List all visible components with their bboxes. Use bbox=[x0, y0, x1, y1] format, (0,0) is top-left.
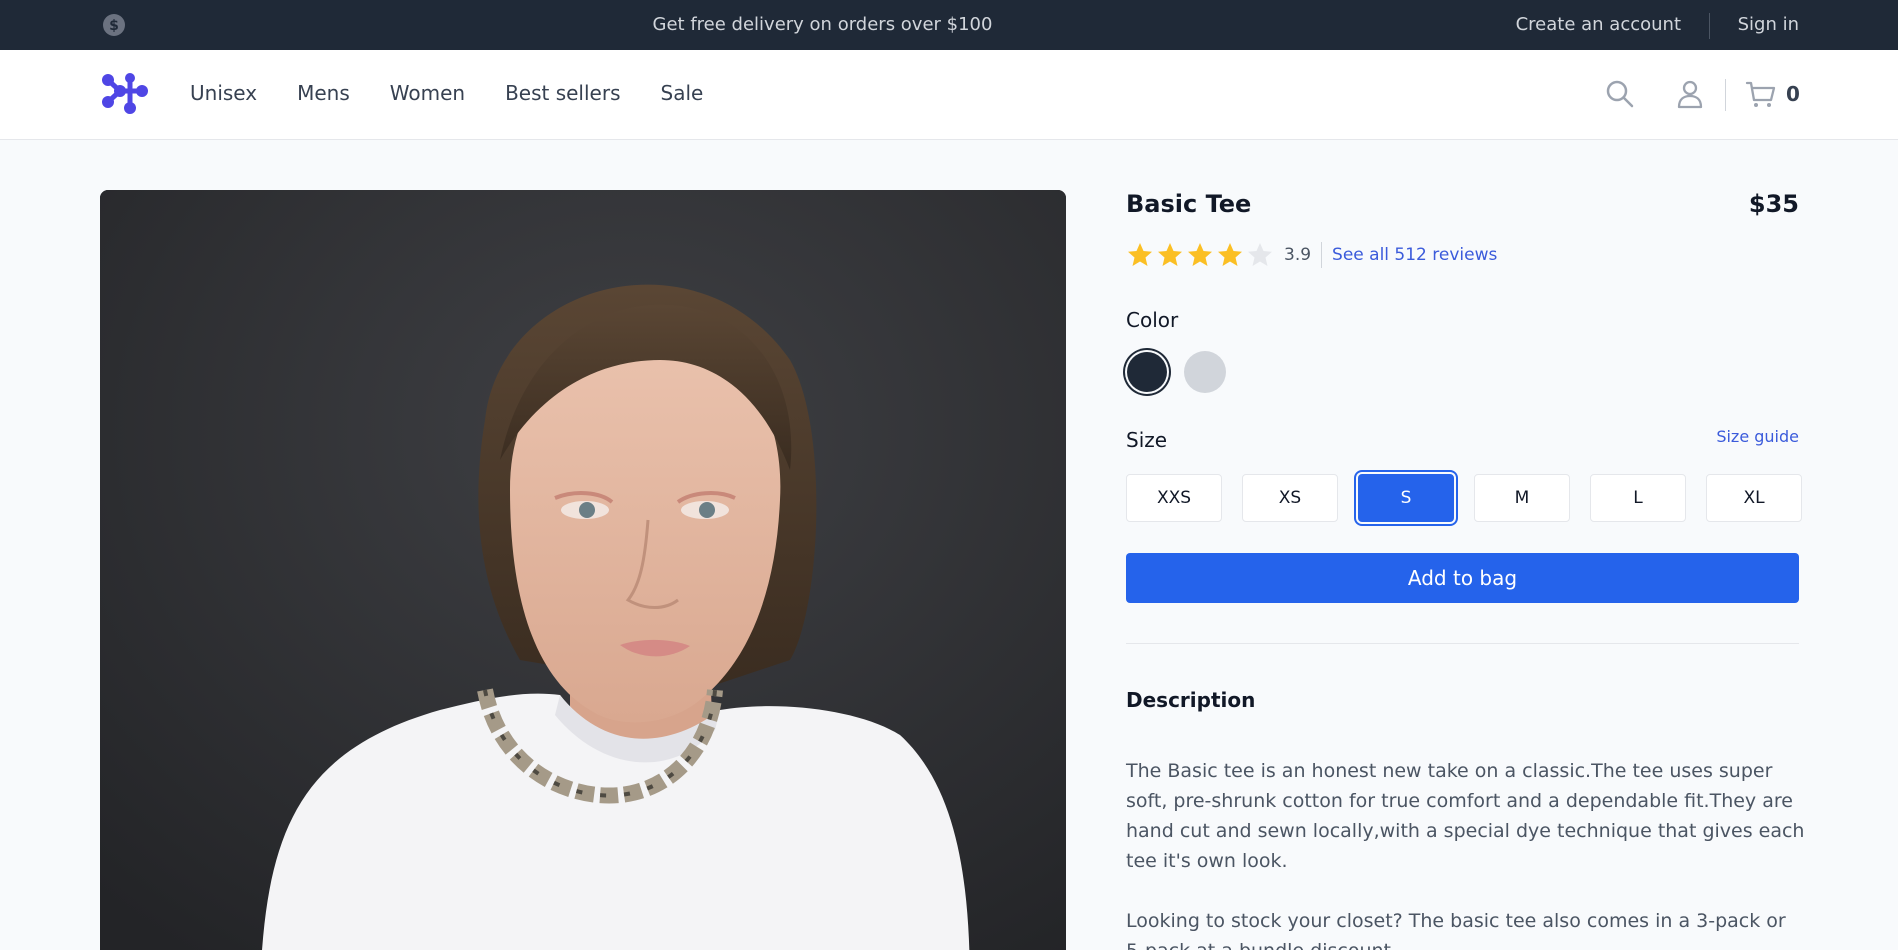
add-to-bag-button[interactable]: Add to bag bbox=[1126, 553, 1799, 603]
create-account-link[interactable]: Create an account bbox=[1516, 14, 1681, 35]
size-label: Size bbox=[1126, 428, 1168, 452]
nav-links: Unisex Mens Women Best sellers Sale bbox=[190, 81, 743, 105]
description-paragraph-2: Looking to stock your closet? The basic … bbox=[1126, 910, 1786, 950]
topbar-divider bbox=[1709, 13, 1710, 39]
size-options: XXS XS S M L XL bbox=[1126, 474, 1802, 522]
nav-divider bbox=[1725, 79, 1726, 111]
color-options bbox=[1126, 351, 1226, 393]
star-filled-icon bbox=[1188, 243, 1212, 266]
nav-link-women[interactable]: Women bbox=[390, 81, 465, 105]
size-option-s[interactable]: S bbox=[1358, 474, 1454, 522]
color-swatch-gray[interactable] bbox=[1184, 351, 1226, 393]
promo-text: Get free delivery on orders over $100 bbox=[652, 14, 993, 35]
product-image bbox=[100, 190, 1066, 950]
cart-count: 0 bbox=[1786, 82, 1800, 106]
star-empty-icon bbox=[1248, 243, 1272, 266]
star-filled-icon bbox=[1158, 243, 1182, 266]
product-price: $35 bbox=[1748, 190, 1799, 218]
search-icon[interactable] bbox=[1604, 78, 1636, 110]
user-icon[interactable] bbox=[1674, 78, 1706, 110]
size-guide-link[interactable]: Size guide bbox=[1716, 427, 1799, 446]
size-option-l[interactable]: L bbox=[1590, 474, 1686, 522]
product-rating: 3.9 See all 512 reviews bbox=[1126, 242, 1497, 268]
sign-in-link[interactable]: Sign in bbox=[1738, 14, 1799, 35]
announcement-bar: $ Get free delivery on orders over $100 … bbox=[0, 0, 1898, 50]
color-swatch-black[interactable] bbox=[1127, 352, 1167, 392]
color-label: Color bbox=[1126, 308, 1179, 332]
rating-stars bbox=[1126, 241, 1274, 269]
cart-icon[interactable] bbox=[1745, 78, 1777, 110]
nav-link-unisex[interactable]: Unisex bbox=[190, 81, 257, 105]
star-filled-icon bbox=[1218, 243, 1242, 266]
rating-value: 3.9 bbox=[1284, 245, 1312, 265]
rating-divider bbox=[1321, 242, 1323, 268]
size-option-m[interactable]: M bbox=[1474, 474, 1570, 522]
size-option-xs[interactable]: XS bbox=[1242, 474, 1338, 522]
size-option-xl[interactable]: XL bbox=[1706, 474, 1802, 522]
see-all-reviews-link[interactable]: See all 512 reviews bbox=[1332, 245, 1497, 265]
description-paragraph-1: The Basic tee is an honest new take on a… bbox=[1126, 760, 1805, 872]
product-title: Basic Tee bbox=[1126, 190, 1252, 218]
description-title: Description bbox=[1126, 688, 1256, 712]
nav-link-best-sellers[interactable]: Best sellers bbox=[505, 81, 620, 105]
brand-logo-icon[interactable] bbox=[100, 72, 150, 118]
nav-link-mens[interactable]: Mens bbox=[297, 81, 350, 105]
size-option-xxs[interactable]: XXS bbox=[1126, 474, 1222, 522]
main-nav: Unisex Mens Women Best sellers Sale 0 bbox=[0, 50, 1898, 140]
nav-link-sale[interactable]: Sale bbox=[661, 81, 704, 105]
section-divider bbox=[1126, 643, 1799, 644]
star-filled-icon bbox=[1128, 243, 1152, 266]
